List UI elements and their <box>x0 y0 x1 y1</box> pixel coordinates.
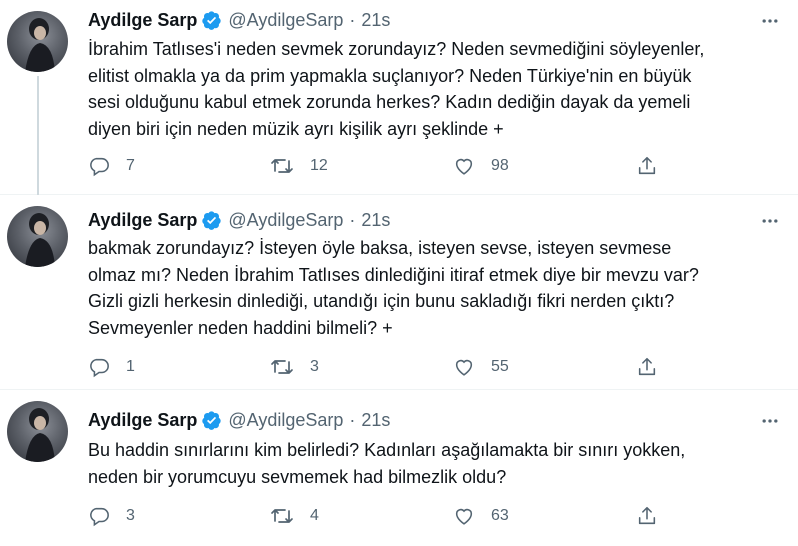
reply-button[interactable]: 7 <box>88 154 135 178</box>
more-icon[interactable] <box>758 409 782 433</box>
author-handle[interactable]: @AydilgeSarp <box>228 410 343 431</box>
tweet-header: Aydilge Sarp @AydilgeSarp · 21s <box>88 208 390 232</box>
like-icon <box>453 505 475 527</box>
author-name[interactable]: Aydilge Sarp <box>88 210 197 231</box>
tweet-actions: 1 3 55 <box>88 355 778 379</box>
reply-icon <box>88 155 110 177</box>
retweet-icon <box>270 356 294 378</box>
avatar[interactable] <box>7 206 68 267</box>
tweet-actions: 3 4 63 <box>88 504 778 528</box>
verified-badge-icon <box>201 210 222 231</box>
retweet-icon <box>270 155 294 177</box>
like-button[interactable]: 63 <box>453 504 509 528</box>
share-icon <box>636 505 658 527</box>
like-count: 98 <box>491 157 509 174</box>
retweet-button[interactable]: 4 <box>270 504 319 528</box>
like-button[interactable]: 98 <box>453 154 509 178</box>
separator-dot: · <box>349 209 356 230</box>
tweet[interactable]: Aydilge Sarp @AydilgeSarp · 21s İbrahim … <box>0 0 798 195</box>
reply-button[interactable]: 3 <box>88 504 135 528</box>
author-name[interactable]: Aydilge Sarp <box>88 410 197 431</box>
tweet-actions: 7 12 98 <box>88 154 778 178</box>
reply-button[interactable]: 1 <box>88 355 135 379</box>
avatar[interactable] <box>7 401 68 462</box>
retweet-button[interactable]: 3 <box>270 355 319 379</box>
thread-connector <box>37 76 39 195</box>
like-count: 55 <box>491 358 509 375</box>
more-icon[interactable] <box>758 9 782 33</box>
timestamp[interactable]: 21s <box>361 210 390 231</box>
separator-dot: · <box>349 9 356 30</box>
share-button[interactable] <box>636 154 658 178</box>
tweet-text: İbrahim Tatlıses'i neden sevmek zorunday… <box>88 39 705 139</box>
tweet-header: Aydilge Sarp @AydilgeSarp · 21s <box>88 408 390 432</box>
author-handle[interactable]: @AydilgeSarp <box>228 10 343 31</box>
like-icon <box>453 356 475 378</box>
tweet-text: bakmak zorundayız? İsteyen öyle baksa, i… <box>88 238 699 338</box>
reply-count: 1 <box>126 358 135 375</box>
separator-dot: · <box>349 409 356 430</box>
share-icon <box>636 356 658 378</box>
share-button[interactable] <box>636 504 658 528</box>
like-count: 63 <box>491 507 509 524</box>
avatar[interactable] <box>7 11 68 72</box>
retweet-count: 3 <box>310 358 319 375</box>
share-icon <box>636 155 658 177</box>
timestamp[interactable]: 21s <box>361 410 390 431</box>
like-button[interactable]: 55 <box>453 355 509 379</box>
like-icon <box>453 155 475 177</box>
tweet[interactable]: Aydilge Sarp @AydilgeSarp · 21s Bu haddi… <box>0 390 798 546</box>
tweet-text: Bu haddin sınırlarını kim belirledi? Kad… <box>88 440 686 487</box>
timestamp[interactable]: 21s <box>361 10 390 31</box>
retweet-icon <box>270 505 294 527</box>
tweet[interactable]: Aydilge Sarp @AydilgeSarp · 21s bakmak z… <box>0 195 798 390</box>
verified-badge-icon <box>201 10 222 31</box>
tweet-thread: Aydilge Sarp @AydilgeSarp · 21s İbrahim … <box>0 0 798 546</box>
reply-icon <box>88 505 110 527</box>
reply-count: 7 <box>126 157 135 174</box>
retweet-button[interactable]: 12 <box>270 154 328 178</box>
share-button[interactable] <box>636 355 658 379</box>
reply-count: 3 <box>126 507 135 524</box>
verified-badge-icon <box>201 410 222 431</box>
author-name[interactable]: Aydilge Sarp <box>88 10 197 31</box>
retweet-count: 4 <box>310 507 319 524</box>
tweet-header: Aydilge Sarp @AydilgeSarp · 21s <box>88 8 390 32</box>
more-icon[interactable] <box>758 209 782 233</box>
reply-icon <box>88 356 110 378</box>
retweet-count: 12 <box>310 157 328 174</box>
author-handle[interactable]: @AydilgeSarp <box>228 210 343 231</box>
